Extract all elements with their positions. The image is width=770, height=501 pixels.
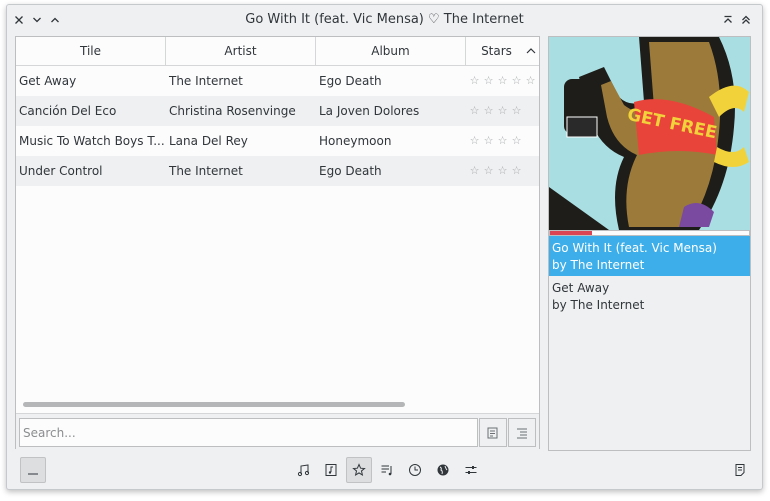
playback-progress-fill — [550, 231, 592, 235]
note-icon — [735, 464, 745, 476]
close-icon — [15, 16, 23, 24]
menu-button[interactable] — [20, 457, 46, 483]
music-note-icon — [297, 464, 310, 477]
play-queue: Go With It (feat. Vic Mensa) by The Inte… — [549, 236, 750, 316]
star-icon[interactable]: ☆ — [482, 126, 495, 156]
queue-item-title: Go With It (feat. Vic Mensa) — [552, 241, 717, 255]
star-icon[interactable]: ☆ — [482, 66, 495, 96]
star-icon[interactable]: ☆ — [468, 156, 481, 186]
now-playing-panel: GET FREE Go With It (feat. Vic Mensa) by… — [548, 36, 751, 451]
star-rating[interactable]: ☆ ☆ ☆ ☆ — [468, 156, 523, 186]
bottom-toolbar — [7, 455, 762, 489]
star-icon[interactable]: ☆ — [496, 156, 509, 186]
table-row[interactable]: Get Away The Internet Ego Death ☆ ☆ ☆ ☆ … — [16, 66, 539, 96]
edit-playlist-button[interactable] — [479, 418, 507, 447]
sort-ascending-icon — [526, 48, 536, 54]
close-window-button[interactable] — [11, 12, 27, 28]
title-bar: Go With It (feat. Vic Mensa) ♡ The Inter… — [7, 5, 762, 35]
files-tool-button[interactable] — [318, 457, 344, 483]
star-icon[interactable]: ☆ — [524, 66, 537, 96]
notes-button[interactable] — [727, 457, 753, 483]
document-edit-icon — [487, 427, 498, 438]
shade-button[interactable] — [738, 12, 754, 28]
track-album: Honeymoon — [319, 134, 392, 148]
search-input[interactable] — [19, 418, 478, 447]
track-album: Ego Death — [319, 74, 382, 88]
star-icon[interactable]: ☆ — [496, 66, 509, 96]
star-icon[interactable]: ☆ — [482, 156, 495, 186]
maximize-window-button[interactable] — [47, 12, 63, 28]
track-rows: Get Away The Internet Ego Death ☆ ☆ ☆ ☆ … — [16, 66, 539, 186]
minimize-window-button[interactable] — [29, 12, 45, 28]
track-artist: Lana Del Rey — [169, 134, 248, 148]
playlists-tool-button[interactable] — [374, 457, 400, 483]
queue-item-artist: by The Internet — [552, 298, 645, 312]
list-options-button[interactable] — [508, 418, 536, 447]
column-header-artist[interactable]: Artist — [166, 37, 316, 66]
column-header-title[interactable]: Tile — [16, 37, 166, 66]
settings-sliders-icon — [465, 466, 477, 474]
star-icon[interactable]: ☆ — [510, 126, 523, 156]
list-icon — [517, 428, 527, 438]
album-art-image: GET FREE — [549, 37, 750, 230]
track-artist: Christina Rosenvinge — [169, 104, 296, 118]
ellipsis-icon — [28, 473, 38, 475]
chevron-down-icon — [33, 17, 41, 23]
track-list-panel: Tile Artist Album Stars Get Away The Int… — [15, 36, 540, 450]
window-title: Go With It (feat. Vic Mensa) ♡ The Inter… — [245, 12, 524, 27]
search-bar — [16, 413, 539, 450]
column-header-album[interactable]: Album — [316, 37, 466, 66]
table-row[interactable]: Canción Del Eco Christina Rosenvinge La … — [16, 96, 539, 126]
star-icon — [352, 463, 366, 477]
queue-item-current[interactable]: Go With It (feat. Vic Mensa) by The Inte… — [549, 236, 750, 276]
star-icon[interactable]: ☆ — [510, 156, 523, 186]
track-title: Music To Watch Boys T... — [19, 134, 165, 148]
star-icon[interactable]: ☆ — [496, 126, 509, 156]
column-header-stars[interactable]: Stars — [466, 37, 539, 66]
collection-tool-button[interactable] — [291, 457, 317, 483]
keep-above-button[interactable] — [720, 12, 736, 28]
track-artist: The Internet — [169, 164, 243, 178]
globe-icon — [437, 464, 449, 476]
star-icon[interactable]: ☆ — [510, 66, 523, 96]
queue-item-artist: by The Internet — [552, 258, 645, 272]
keep-above-icon — [724, 15, 732, 23]
star-rating[interactable]: ☆ ☆ ☆ ☆ ☆ — [468, 66, 537, 96]
star-rating[interactable]: ☆ ☆ ☆ ☆ — [468, 96, 523, 126]
queue-item[interactable]: Get Away by The Internet — [549, 276, 750, 316]
track-title: Under Control — [19, 164, 103, 178]
star-icon[interactable]: ☆ — [468, 66, 481, 96]
main-window: Go With It (feat. Vic Mensa) ♡ The Inter… — [6, 4, 763, 490]
chevron-up-icon — [51, 17, 59, 23]
clock-icon — [409, 464, 421, 476]
playlist-icon — [381, 465, 392, 476]
column-header-stars-label: Stars — [481, 44, 512, 58]
track-album: La Joven Dolores — [319, 104, 420, 118]
music-file-icon — [325, 464, 337, 476]
horizontal-scrollbar[interactable] — [23, 402, 405, 407]
star-rating[interactable]: ☆ ☆ ☆ ☆ — [468, 126, 523, 156]
favorites-tool-button[interactable] — [346, 457, 372, 483]
history-tool-button[interactable] — [402, 457, 428, 483]
double-chevron-up-icon — [742, 15, 750, 24]
table-header: Tile Artist Album Stars — [16, 37, 539, 66]
queue-item-title: Get Away — [552, 281, 610, 295]
table-row[interactable]: Under Control The Internet Ego Death ☆ ☆… — [16, 156, 539, 186]
star-icon[interactable]: ☆ — [496, 96, 509, 126]
star-icon[interactable]: ☆ — [482, 96, 495, 126]
star-icon[interactable]: ☆ — [510, 96, 523, 126]
star-icon[interactable]: ☆ — [468, 126, 481, 156]
table-row[interactable]: Music To Watch Boys T... Lana Del Rey Ho… — [16, 126, 539, 156]
online-tool-button[interactable] — [430, 457, 456, 483]
track-title: Get Away — [19, 74, 77, 88]
album-cover: GET FREE — [549, 37, 750, 230]
star-icon[interactable]: ☆ — [468, 96, 481, 126]
track-artist: The Internet — [169, 74, 243, 88]
settings-tool-button[interactable] — [458, 457, 484, 483]
track-album: Ego Death — [319, 164, 382, 178]
track-title: Canción Del Eco — [19, 104, 117, 118]
